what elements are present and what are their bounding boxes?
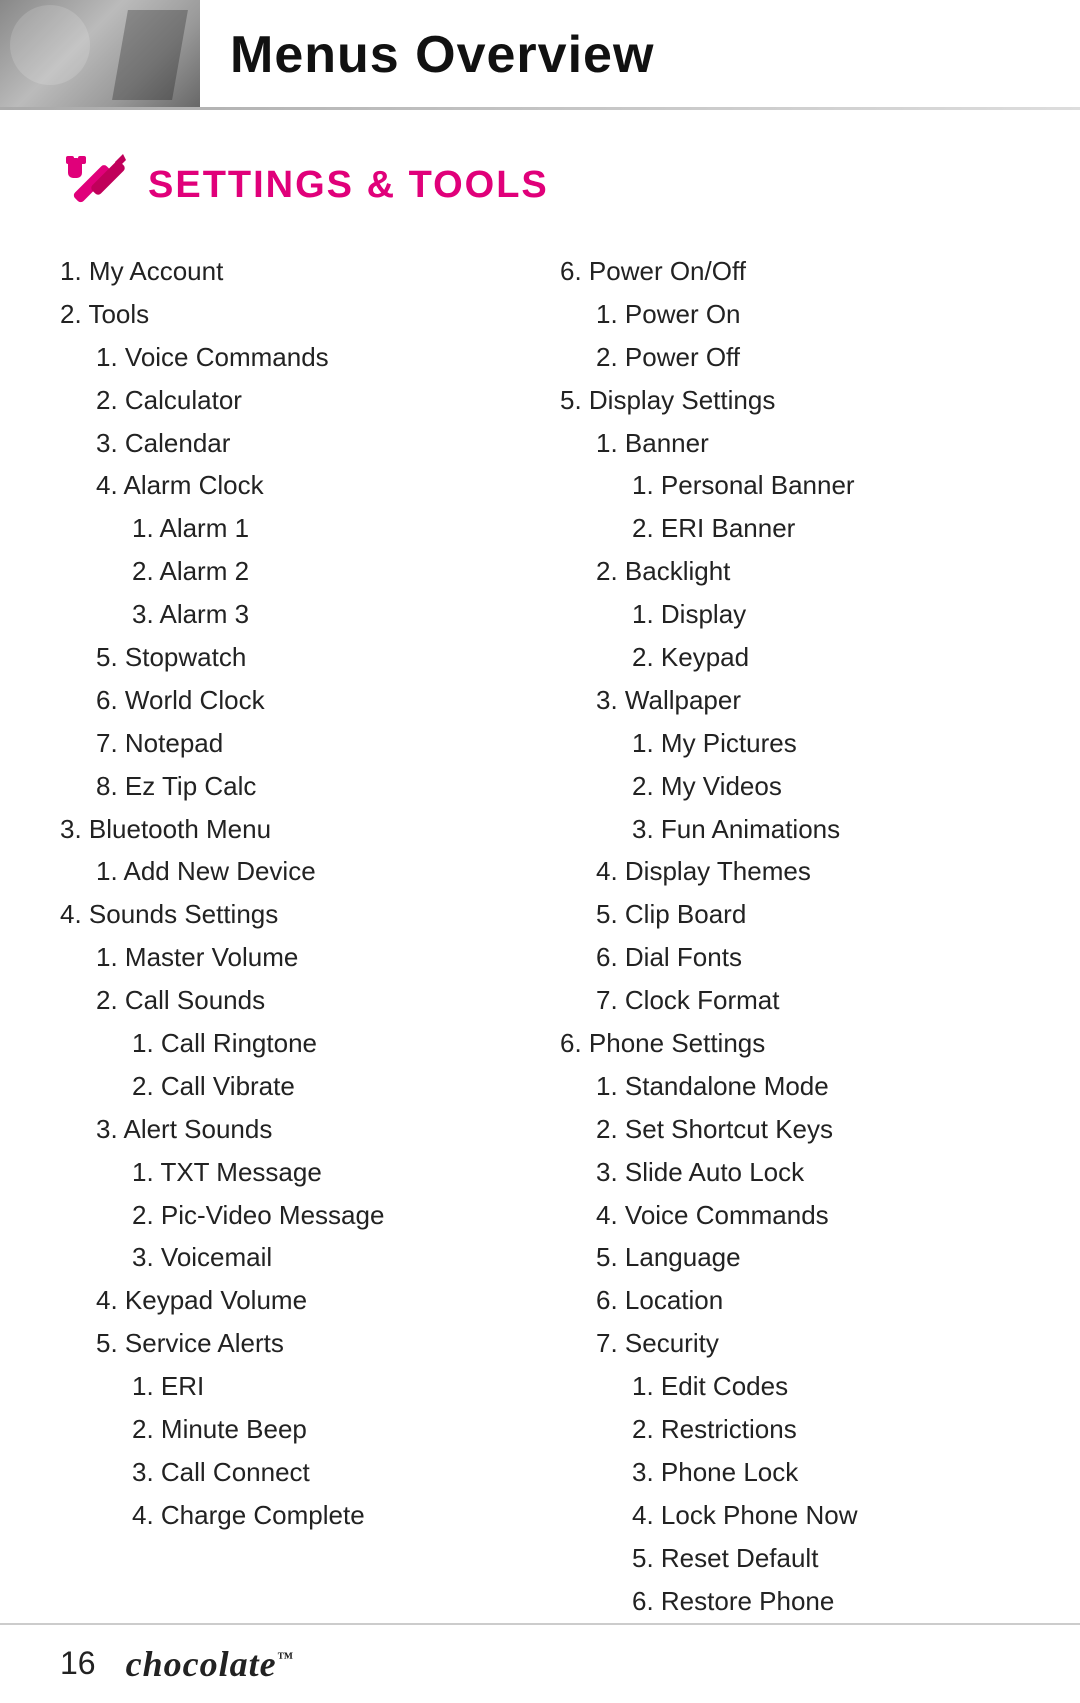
list-item: 1. Power On — [560, 293, 1020, 336]
content-area: SETTINGS & TOOLS 1. My Account2. Tools1.… — [0, 110, 1080, 1703]
list-item: 6. World Clock — [60, 679, 520, 722]
list-item: 7. Clock Format — [560, 979, 1020, 1022]
list-item: 1. Banner — [560, 422, 1020, 465]
list-item: 2. Alarm 2 — [60, 550, 520, 593]
list-item: 4. Keypad Volume — [60, 1279, 520, 1322]
header-image — [0, 0, 200, 110]
brand-sup: ™ — [277, 1650, 294, 1667]
list-item: 5. Stopwatch — [60, 636, 520, 679]
list-item: 7. Notepad — [60, 722, 520, 765]
list-item: 2. Call Sounds — [60, 979, 520, 1022]
list-item: 4. Voice Commands — [560, 1194, 1020, 1237]
menu-columns: 1. My Account2. Tools1. Voice Commands2.… — [60, 250, 1020, 1623]
section-title: SETTINGS & TOOLS — [148, 164, 549, 207]
list-item: 6. Dial Fonts — [560, 936, 1020, 979]
list-item: 4. Lock Phone Now — [560, 1494, 1020, 1537]
left-column: 1. My Account2. Tools1. Voice Commands2.… — [60, 250, 520, 1537]
list-item: 2. Backlight — [560, 550, 1020, 593]
list-item: 3. Phone Lock — [560, 1451, 1020, 1494]
list-item: 2. Tools — [60, 293, 520, 336]
page-title: Menus Overview — [200, 25, 654, 85]
list-item: 1. Edit Codes — [560, 1365, 1020, 1408]
list-item: 1. Display — [560, 593, 1020, 636]
list-item: 2. ERI Banner — [560, 507, 1020, 550]
list-item: 4. Charge Complete — [60, 1494, 520, 1537]
list-item: 3. Alert Sounds — [60, 1108, 520, 1151]
list-item: 2. Set Shortcut Keys — [560, 1108, 1020, 1151]
list-item: 1. My Pictures — [560, 722, 1020, 765]
list-item: 1. Master Volume — [60, 936, 520, 979]
list-item: 5. Display Settings — [560, 379, 1020, 422]
brand-name: chocolate™ — [126, 1643, 294, 1685]
list-item: 1. Voice Commands — [60, 336, 520, 379]
list-item: 1. ERI — [60, 1365, 520, 1408]
list-item: 5. Service Alerts — [60, 1322, 520, 1365]
section-heading: SETTINGS & TOOLS — [60, 150, 1020, 220]
list-item: 3. Alarm 3 — [60, 593, 520, 636]
right-column: 6. Power On/Off1. Power On2. Power Off5.… — [560, 250, 1020, 1623]
list-item: 1. Standalone Mode — [560, 1065, 1020, 1108]
list-item: 2. Call Vibrate — [60, 1065, 520, 1108]
list-item: 3. Calendar — [60, 422, 520, 465]
list-item: 6. Phone Settings — [560, 1022, 1020, 1065]
list-item: 1. My Account — [60, 250, 520, 293]
list-item: 2. Power Off — [560, 336, 1020, 379]
list-item: 4. Alarm Clock — [60, 464, 520, 507]
list-item: 1. Call Ringtone — [60, 1022, 520, 1065]
list-item: 2. Pic-Video Message — [60, 1194, 520, 1237]
list-item: 2. Calculator — [60, 379, 520, 422]
list-item: 3. Fun Animations — [560, 808, 1020, 851]
list-item: 6. Power On/Off — [560, 250, 1020, 293]
header-underline — [0, 107, 1080, 110]
list-item: 3. Bluetooth Menu — [60, 808, 520, 851]
list-item: 5. Reset Default — [560, 1537, 1020, 1580]
list-item: 3. Call Connect — [60, 1451, 520, 1494]
list-item: 1. TXT Message — [60, 1151, 520, 1194]
settings-icon — [60, 150, 130, 220]
list-item: 4. Display Themes — [560, 850, 1020, 893]
list-item: 5. Clip Board — [560, 893, 1020, 936]
list-item: 3. Wallpaper — [560, 679, 1020, 722]
list-item: 5. Language — [560, 1236, 1020, 1279]
list-item: 7. Security — [560, 1322, 1020, 1365]
list-item: 1. Alarm 1 — [60, 507, 520, 550]
list-item: 6. Restore Phone — [560, 1580, 1020, 1623]
list-item: 8. Ez Tip Calc — [60, 765, 520, 808]
right-menu-list: 6. Power On/Off1. Power On2. Power Off5.… — [560, 250, 1020, 1623]
page-header: Menus Overview — [0, 0, 1080, 110]
list-item: 1. Add New Device — [60, 850, 520, 893]
list-item: 2. Restrictions — [560, 1408, 1020, 1451]
page-number: 16 — [60, 1645, 96, 1682]
list-item: 2. Minute Beep — [60, 1408, 520, 1451]
left-menu-list: 1. My Account2. Tools1. Voice Commands2.… — [60, 250, 520, 1537]
list-item: 4. Sounds Settings — [60, 893, 520, 936]
list-item: 6. Location — [560, 1279, 1020, 1322]
list-item: 1. Personal Banner — [560, 464, 1020, 507]
list-item: 2. My Videos — [560, 765, 1020, 808]
list-item: 2. Keypad — [560, 636, 1020, 679]
page-footer: 16 chocolate™ — [0, 1623, 1080, 1703]
list-item: 3. Slide Auto Lock — [560, 1151, 1020, 1194]
list-item: 3. Voicemail — [60, 1236, 520, 1279]
